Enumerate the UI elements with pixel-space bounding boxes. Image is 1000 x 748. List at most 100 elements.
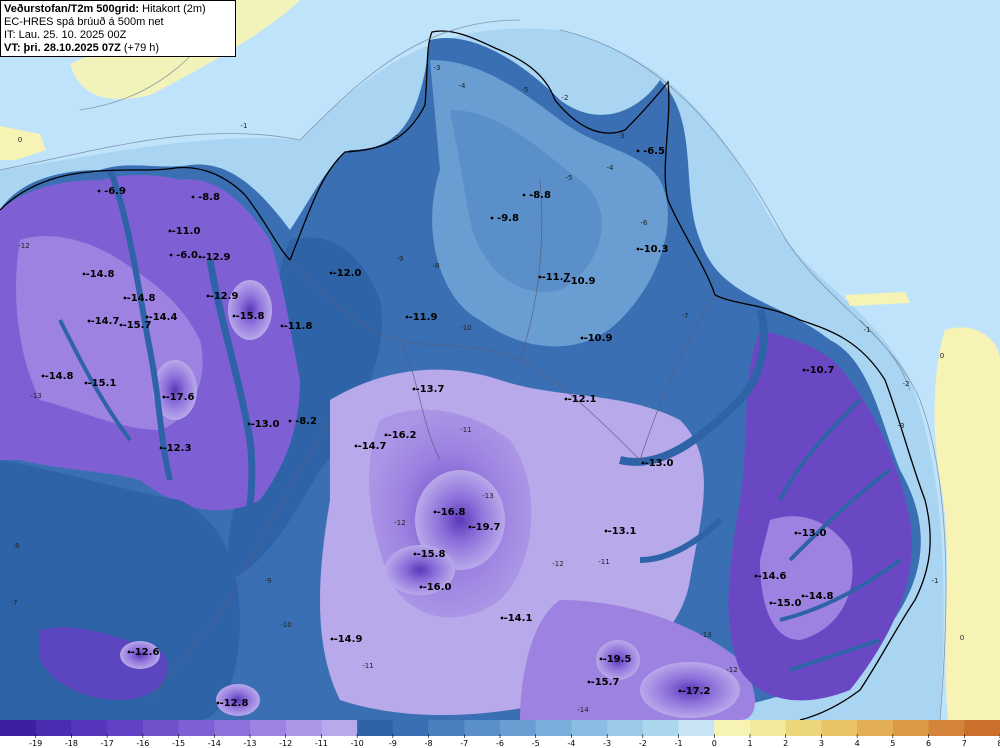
init-time: IT: Lau. 25. 10. 2025 00Z bbox=[4, 29, 127, 41]
temperature-value: -17.6 bbox=[166, 392, 195, 403]
colorbar-swatch bbox=[142, 720, 180, 736]
colorbar-tick-label: -8 bbox=[425, 739, 433, 748]
colorbar-swatch bbox=[500, 720, 537, 736]
station-dot bbox=[288, 419, 292, 423]
valid-time: VT: þri. 28.10.2025 07Z bbox=[4, 42, 121, 54]
colorbar-swatch bbox=[928, 720, 965, 736]
contour-label: 0 bbox=[18, 136, 22, 144]
temperature-value: -14.7 bbox=[91, 316, 120, 327]
contour-label: -13 bbox=[482, 492, 493, 500]
contour-label: -4 bbox=[459, 82, 467, 90]
temperature-map: 0-1-2-3-4 -5-2-3-4-5-6-7-8-9-10-11-12-13-… bbox=[0, 0, 1000, 720]
temperature-colorbar: -19 -18 -17 -16 -15 -14 -13 -12 -11 -10 -9 -8 -7 -6 -5… bbox=[0, 720, 1000, 748]
colorbar-swatch bbox=[642, 720, 680, 736]
colorbar-swatch bbox=[714, 720, 751, 736]
colorbar-swatch bbox=[428, 720, 465, 736]
contour-label: -11 bbox=[460, 426, 471, 434]
temperature-value: -6.9 bbox=[104, 186, 126, 197]
contour-label: -13 bbox=[30, 392, 41, 400]
contour-label: -12 bbox=[394, 519, 405, 527]
contour-label: -9 bbox=[397, 255, 404, 263]
station-dot bbox=[522, 193, 526, 197]
colorbar-swatch bbox=[785, 720, 822, 736]
colorbar-swatch bbox=[535, 720, 572, 736]
station-dot bbox=[97, 189, 101, 193]
model-description: EC-HRES spá brúuð á 500m net bbox=[4, 16, 164, 28]
temperature-value: -15.8 bbox=[236, 311, 265, 322]
temperature-value: -15.7 bbox=[123, 320, 152, 331]
contour-label: -2 bbox=[903, 380, 910, 388]
contour-label: -10 bbox=[460, 324, 471, 332]
temperature-value: -14.8 bbox=[86, 269, 115, 280]
colorbar-tick-label: -11 bbox=[315, 739, 328, 748]
colorbar-swatch bbox=[71, 720, 108, 736]
colorbar-tick-label: -1 bbox=[675, 739, 683, 748]
temperature-value: -14.1 bbox=[504, 613, 533, 624]
temperature-value: -12.9 bbox=[210, 291, 239, 302]
colorbar-tick-label: -2 bbox=[639, 739, 647, 748]
contour-label: -1 bbox=[864, 326, 871, 334]
temperature-value: -16.2 bbox=[388, 430, 417, 441]
contour-label: -7 bbox=[11, 599, 18, 607]
temperature-value: -11.0 bbox=[172, 226, 201, 237]
temperature-value: -15.1 bbox=[88, 378, 117, 389]
contour-label: -11 bbox=[362, 662, 373, 670]
contour-label: -8 bbox=[13, 542, 20, 550]
temperature-value: -19.7 bbox=[472, 522, 501, 533]
colorbar-swatch bbox=[214, 720, 251, 736]
contour-label: 0 bbox=[960, 634, 964, 642]
temperature-value: -14.6 bbox=[758, 571, 787, 582]
contour-label: -13 bbox=[700, 631, 711, 639]
colorbar-swatch bbox=[964, 720, 1000, 736]
colorbar-tick-label: -6 bbox=[496, 739, 504, 748]
colorbar-tick-label: 1 bbox=[747, 739, 752, 748]
temperature-value: -6.0 bbox=[176, 250, 198, 261]
colorbar-tick-label: -9 bbox=[389, 739, 397, 748]
contour-label: -4 bbox=[607, 164, 615, 172]
contour-label: -12 bbox=[552, 560, 563, 568]
colorbar-tick-label: 4 bbox=[855, 739, 860, 748]
temperature-value: -13.1 bbox=[608, 526, 637, 537]
colorbar-tick-label: -16 bbox=[136, 739, 149, 748]
colorbar-swatch bbox=[571, 720, 608, 736]
colorbar-swatch bbox=[250, 720, 287, 736]
temperature-value: -13.7 bbox=[416, 384, 445, 395]
temperature-value: -19.5 bbox=[603, 654, 632, 665]
colorbar-swatch bbox=[321, 720, 358, 736]
colorbar-tick-label: 6 bbox=[926, 739, 931, 748]
contour-label: -2 bbox=[562, 94, 569, 102]
colorbar-tick-label: 5 bbox=[890, 739, 895, 748]
cold-spot-westfjords-2 bbox=[228, 280, 272, 340]
colorbar-tick-label: 2 bbox=[783, 739, 788, 748]
station-dot bbox=[169, 253, 173, 257]
contour-label: -6 bbox=[641, 219, 649, 227]
contour-label: -10 bbox=[280, 621, 291, 629]
colorbar-swatch bbox=[392, 720, 430, 736]
colorbar-swatch bbox=[357, 720, 394, 736]
contour-label: -8 bbox=[433, 262, 440, 270]
colorbar-swatch bbox=[285, 720, 322, 736]
station-dot bbox=[191, 195, 195, 199]
temperature-value: -11.8 bbox=[284, 321, 313, 332]
colorbar-swatch bbox=[678, 720, 715, 736]
temperature-value: -14.8 bbox=[45, 371, 74, 382]
colorbar-tick-label: -15 bbox=[172, 739, 185, 748]
temperature-value: -8.8 bbox=[198, 192, 220, 203]
temperature-value: -14.9 bbox=[334, 634, 363, 645]
temperature-value: -15.7 bbox=[591, 677, 620, 688]
colorbar-tick-label: -12 bbox=[279, 739, 292, 748]
temperature-value: -12.3 bbox=[163, 443, 192, 454]
temperature-value: -9.8 bbox=[497, 213, 519, 224]
colorbar-swatch bbox=[35, 720, 72, 736]
colorbar-tick-label: -5 bbox=[532, 739, 540, 748]
temperature-value: -10.3 bbox=[640, 244, 669, 255]
map-header: Veðurstofan/T2m 500grid: Hitakort (2m) E… bbox=[0, 0, 236, 57]
colorbar-swatch bbox=[607, 720, 644, 736]
lead-time: (+79 h) bbox=[123, 42, 160, 54]
contour-label: -14 bbox=[577, 706, 589, 714]
colorbar-swatch bbox=[178, 720, 215, 736]
temperature-value: -10.9 bbox=[567, 276, 596, 287]
map-title: Veðurstofan/T2m 500grid: bbox=[4, 3, 140, 15]
colorbar-tick-label: 7 bbox=[962, 739, 967, 748]
colorbar-tick-label: -19 bbox=[29, 739, 42, 748]
